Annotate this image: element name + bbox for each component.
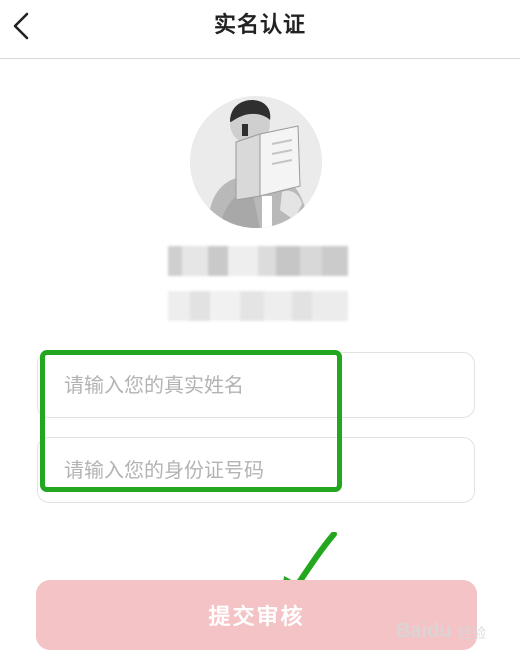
id-number-input[interactable]	[64, 438, 454, 502]
masked-account	[168, 291, 348, 321]
person-reading-icon	[190, 96, 322, 228]
real-name-auth-page: 实名认证 请输入您的真实姓名 请输入您的身份证号码 提交审核 Baidu 经验	[0, 0, 520, 666]
back-button[interactable]	[6, 8, 40, 44]
real-name-input[interactable]	[64, 353, 454, 417]
avatar	[190, 96, 322, 228]
chevron-left-icon	[13, 12, 29, 40]
id-number-field	[37, 437, 475, 503]
real-name-field	[37, 352, 475, 418]
masked-username	[168, 246, 348, 276]
nav-header: 实名认证	[0, 0, 520, 59]
page-title: 实名认证	[213, 13, 306, 38]
submit-review-button[interactable]: 提交审核	[36, 580, 477, 650]
